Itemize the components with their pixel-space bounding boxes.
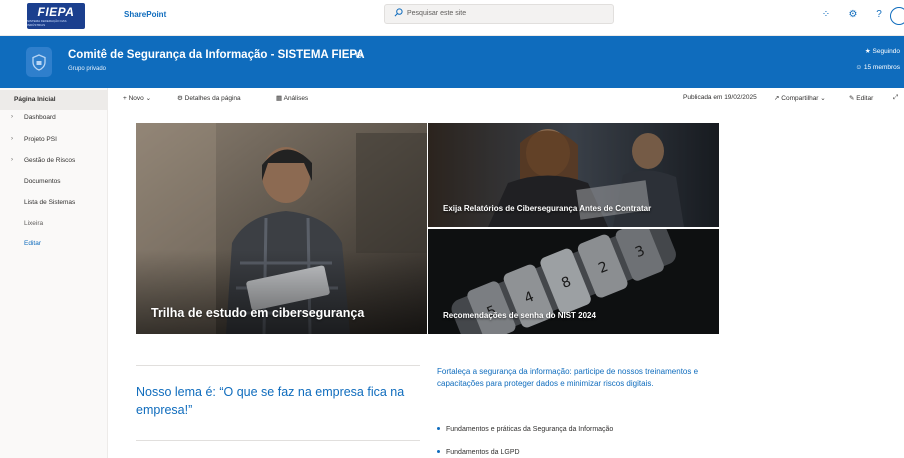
list-item[interactable]: Fundamentos da LGPD — [437, 449, 520, 456]
members-label: 15 membros — [863, 64, 900, 71]
page-details-button[interactable]: ⚙ Detalhes da página — [177, 94, 241, 102]
nav-item-dashboard[interactable]: › Dashboard — [0, 108, 108, 128]
published-status: Publicada em 19/02/2025 — [683, 94, 757, 101]
share-label: Compartilhar — [781, 95, 819, 102]
nav-item-label: Lista de Sistemas — [24, 199, 76, 206]
people-icon: ☺ — [855, 64, 863, 71]
list-item-label: Fundamentos da LGPD — [446, 449, 520, 456]
nav-item-documentos[interactable]: Documentos — [0, 172, 108, 192]
page-details-label: Detalhes da página — [184, 95, 241, 102]
site-logo-icon — [26, 47, 52, 77]
site-privacy-label: Grupo privado — [68, 66, 107, 72]
avatar[interactable] — [890, 7, 904, 25]
command-bar: + Novo ⌄ ⚙ Detalhes da página ▦ Análises… — [108, 88, 904, 108]
nav-item-projeto-psi[interactable]: › Projeto PSI — [0, 130, 108, 150]
help-icon[interactable]: ? — [872, 8, 886, 22]
nav-item-label: Lixeira — [24, 220, 44, 227]
nav-item-lista-sistemas[interactable]: Lista de Sistemas — [0, 193, 108, 213]
edit-label: Editar — [856, 95, 874, 102]
list-item[interactable]: Fundamentos e práticas da Segurança da I… — [437, 426, 613, 433]
members-button[interactable]: ☺ 15 membros — [855, 64, 900, 71]
analytics-button[interactable]: ▦ Análises — [276, 94, 308, 102]
nav-item-label: Editar — [24, 240, 41, 247]
bullet-icon — [437, 426, 440, 430]
nav-item-label: Dashboard — [24, 114, 56, 121]
search-placeholder: Pesquisar este site — [407, 10, 467, 17]
nav-item-gestao-riscos[interactable]: › Gestão de Riscos — [0, 151, 108, 171]
nav-item-label: Documentos — [24, 178, 61, 185]
edit-button[interactable]: ✎ Editar — [849, 94, 873, 102]
list-item-label: Fundamentos e práticas da Segurança da I… — [446, 426, 614, 433]
divider-top — [136, 365, 420, 366]
hero-main-caption: Trilha de estudo em cibersegurança — [151, 306, 365, 320]
logo-subtext: SISTEMA FEDERAÇÃO DAS INDÚSTRIAS — [27, 18, 67, 27]
chevron-down-icon: ⌄ — [145, 95, 152, 102]
star-icon: ★ — [864, 48, 871, 55]
logo-text: FIEPA — [37, 4, 75, 19]
hero-tile-main[interactable]: Trilha de estudo em cibersegurança — [136, 123, 427, 334]
chevron-right-icon[interactable]: › — [11, 114, 13, 120]
nav-item-label: Página Inicial — [14, 96, 56, 103]
nav-item-home[interactable]: Página Inicial — [0, 90, 108, 110]
nav-item-label: Projeto PSI — [24, 136, 57, 143]
share-button[interactable]: ↗ Compartilhar ⌄ — [774, 94, 826, 102]
left-navigation: Página Inicial › Dashboard › Projeto PSI… — [0, 88, 108, 458]
fiepa-logo[interactable]: FIEPA SISTEMA FEDERAÇÃO DAS INDÚSTRIAS — [27, 3, 85, 29]
globe-icon: ⊕ — [355, 50, 363, 60]
motto-heading: Nosso lema é: “O que se faz na empresa f… — [136, 385, 405, 417]
hero-tile-bottom-right[interactable]: 5 4 8 2 3 Recomendações de senha do NIST… — [428, 229, 719, 334]
hero-top-right-caption: Exija Relatórios de Cibersegurança Antes… — [443, 204, 652, 213]
hero-main-image — [136, 123, 427, 334]
chevron-right-icon[interactable]: › — [11, 157, 13, 163]
chart-icon: ▦ — [276, 95, 283, 102]
training-intro-text: Fortaleça a segurança da informação: par… — [437, 367, 699, 388]
nav-item-lixeira[interactable]: Lixeira — [0, 214, 108, 234]
gear-icon: ⚙ — [177, 95, 183, 102]
expand-icon[interactable]: ⤢ — [893, 94, 898, 102]
new-label: Novo — [128, 95, 144, 102]
hero-bottom-right-caption: Recomendações de senha do NIST 2024 — [443, 311, 596, 320]
suite-bar: FIEPA SISTEMA FEDERAÇÃO DAS INDÚSTRIAS S… — [0, 0, 904, 36]
analytics-label: Análises — [283, 95, 309, 102]
follow-label: Seguindo — [872, 48, 900, 55]
plus-icon: + — [123, 95, 127, 102]
notification-icon[interactable]: ⁘ — [819, 8, 833, 22]
divider-bottom — [136, 440, 420, 441]
pencil-icon: ✎ — [849, 95, 855, 102]
nav-edit-link[interactable]: Editar — [0, 234, 108, 254]
follow-button[interactable]: ★ Seguindo — [865, 47, 900, 55]
bullet-icon — [437, 449, 440, 453]
new-button[interactable]: + Novo ⌄ — [123, 94, 151, 102]
site-title: Comitê de Segurança da Informação - SIST… — [68, 49, 365, 61]
hero-tile-top-right[interactable]: Exija Relatórios de Cibersegurança Antes… — [428, 123, 719, 227]
chevron-down-icon: ⌄ — [820, 95, 826, 102]
share-icon: ↗ — [774, 95, 780, 102]
nav-item-label: Gestão de Riscos — [24, 157, 76, 164]
search-icon — [394, 8, 403, 17]
search-box[interactable]: Pesquisar este site — [384, 4, 614, 24]
app-name-link[interactable]: SharePoint — [124, 10, 166, 19]
gear-icon[interactable]: ⚙ — [846, 8, 860, 22]
site-header: Comitê de Segurança da Informação - SIST… — [0, 36, 904, 88]
chevron-right-icon[interactable]: › — [11, 136, 13, 142]
